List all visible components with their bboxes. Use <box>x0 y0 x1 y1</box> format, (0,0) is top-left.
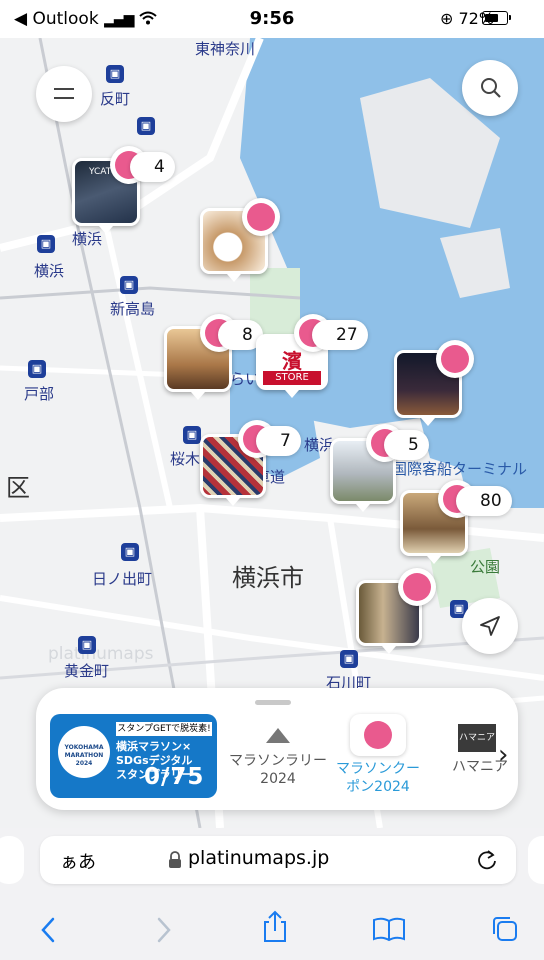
address-bar[interactable]: ぁあ platinumaps.jp <box>40 836 516 884</box>
safari-toolbar <box>0 898 544 960</box>
pin-count: 27 <box>312 320 368 350</box>
reload-icon[interactable] <box>476 849 498 871</box>
tab-marathon-coupon[interactable]: マラソンクー ポン2024 <box>334 714 422 796</box>
station-icon: ▣ <box>121 543 139 561</box>
marathon-logo: YOKOHAMA MARATHON 2024 <box>58 726 110 778</box>
label-tanmachi: 反町 <box>100 90 131 108</box>
label-ku: 区 <box>6 474 30 502</box>
station-icon: ▣ <box>28 360 46 378</box>
battery-level <box>485 14 498 22</box>
station-icon: ▣ <box>106 65 124 83</box>
station-icon: ▣ <box>183 426 201 444</box>
back-icon[interactable] <box>38 916 58 944</box>
stamp-counter: 0/75 <box>144 764 205 790</box>
marathon-logo-text: YOKOHAMA MARATHON 2024 <box>64 744 104 767</box>
url-text[interactable]: platinumaps.jp <box>188 847 329 869</box>
pin-count: 5 <box>384 430 429 460</box>
lock-icon <box>169 851 181 868</box>
battery-tip <box>509 15 511 20</box>
menu-button[interactable] <box>36 66 92 122</box>
stamp-rally-banner[interactable]: YOKOHAMA MARATHON 2024 スタンプGETで脱炭素! 横浜マラ… <box>50 714 217 798</box>
current-location-button[interactable] <box>462 598 518 654</box>
label-koganecho: 黄金町 <box>64 662 110 680</box>
pin-tail <box>285 390 299 398</box>
pin-tail <box>427 556 441 564</box>
coupon-logo <box>350 714 406 756</box>
search-button[interactable] <box>462 60 518 116</box>
label-terminal: 国際客船ターミナル <box>392 460 528 478</box>
pin-tail <box>99 226 113 234</box>
pin-tail <box>226 498 240 506</box>
road-4 <box>97 197 173 509</box>
pin-tail <box>356 504 370 512</box>
location-arrow-icon <box>480 616 500 636</box>
station-icon: ▣ <box>340 650 358 668</box>
bookmarks-icon[interactable] <box>372 916 406 942</box>
station-icon: ▣ <box>37 235 55 253</box>
sheet-grabber[interactable] <box>255 700 291 705</box>
stamp-badge-icon <box>242 198 280 236</box>
label-tobe: 戸部 <box>24 385 55 403</box>
label-park: 公園 <box>470 558 501 576</box>
forward-icon[interactable] <box>154 916 174 944</box>
pin-count: 7 <box>256 426 301 456</box>
next-tab-card[interactable] <box>528 836 544 884</box>
station-icon: ▣ <box>137 117 155 135</box>
coupon-badge-icon <box>364 721 392 749</box>
pin-tail <box>191 392 205 400</box>
label-higashi-kanagawa: 東神奈川 <box>195 40 256 58</box>
stamp-badge-icon <box>398 568 436 606</box>
stamp-badge-icon <box>436 340 474 378</box>
label-yokohama-2: 横浜 <box>34 262 65 280</box>
marathon-logo-icon <box>266 728 290 743</box>
pin-count: 80 <box>456 486 512 516</box>
tab-marathon-rally[interactable]: マラソンラリー 2024 <box>228 724 328 788</box>
bottom-sheet[interactable]: YOKOHAMA MARATHON 2024 スタンプGETで脱炭素! 横浜マラ… <box>36 688 518 810</box>
label-yokohama-city: 横浜市 <box>232 564 304 592</box>
pin-tail <box>227 274 241 282</box>
menu-icon <box>54 88 74 90</box>
prev-tab-card[interactable] <box>0 836 24 884</box>
pin-tail <box>382 646 396 654</box>
label-hinodecho: 日ノ出町 <box>92 570 153 588</box>
share-icon[interactable] <box>262 910 288 944</box>
pin-tail <box>421 418 435 426</box>
reader-options-button[interactable]: ぁあ <box>60 848 96 874</box>
station-icon: ▣ <box>120 276 138 294</box>
status-bar: ◀ Outlook ▂▄▆ 9:56 ⊕ 72% <box>0 0 544 38</box>
store-text: STORE <box>263 371 321 385</box>
menu-icon-line <box>54 97 74 99</box>
battery-icon <box>482 11 508 25</box>
station-icon: ▣ <box>78 636 96 654</box>
tabs-icon[interactable] <box>490 914 520 944</box>
label-sakuragicho: 桜木 <box>170 450 201 468</box>
label-shin-takashima: 新高島 <box>110 300 156 318</box>
pin-count: 4 <box>130 152 175 182</box>
banner-tag: スタンプGETで脱炭素! <box>116 722 212 736</box>
hamania-logo: ハマニア <box>458 724 496 752</box>
search-icon <box>481 78 501 98</box>
chevron-right-icon[interactable]: › <box>498 740 508 770</box>
label-yokohama: 横浜 <box>72 230 103 248</box>
orientation-lock-icon: ⊕ <box>440 9 454 28</box>
